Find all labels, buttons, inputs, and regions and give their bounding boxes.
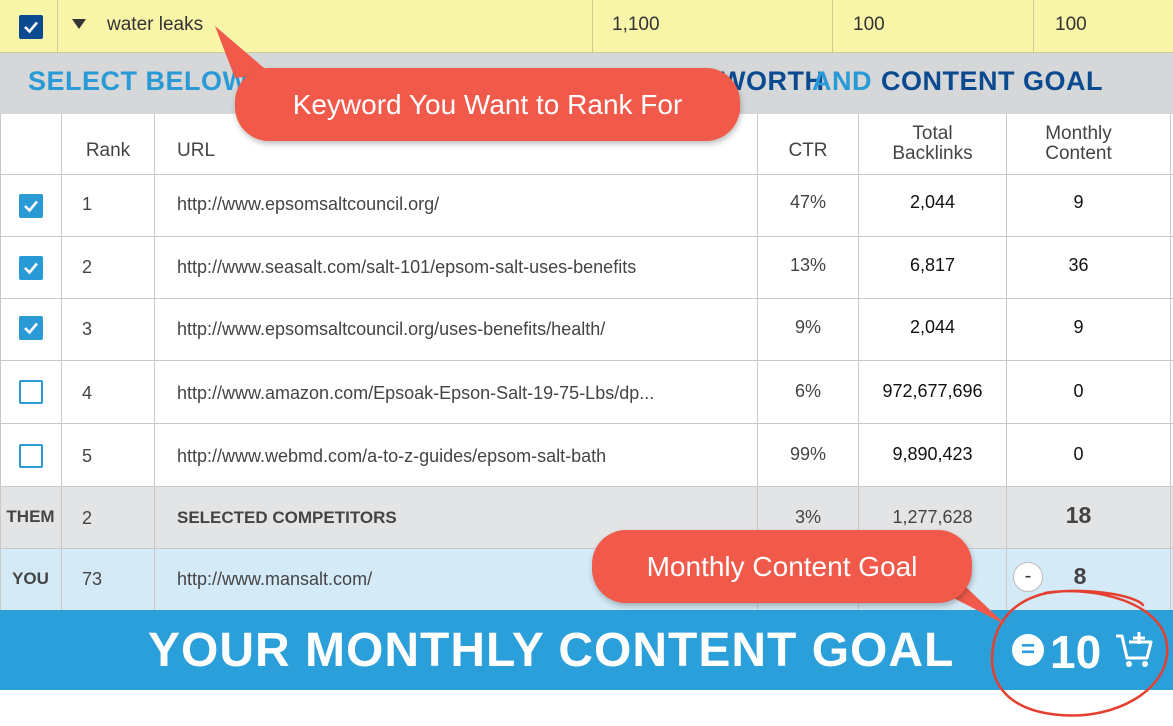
you-label: YOU — [12, 569, 49, 588]
row-5-content: 0 — [1073, 444, 1084, 464]
row-5-rank: 5 — [82, 446, 93, 466]
caret-down-icon[interactable] — [72, 19, 86, 29]
them-content: 18 — [1065, 502, 1092, 528]
goal-label: YOUR MONTHLY CONTENT GOAL — [148, 624, 955, 677]
keyword-col3: 100 — [853, 14, 885, 35]
row-3-ctr: 9% — [794, 317, 821, 337]
row-1-checkbox[interactable] — [19, 194, 43, 218]
row-2-url[interactable]: http://www.seasalt.com/salt-101/epsom-sa… — [177, 257, 636, 278]
grid-line — [0, 360, 1173, 361]
row-1-ctr: 47% — [789, 192, 827, 212]
row-5-ctr: 99% — [789, 444, 827, 464]
row-3-checkbox[interactable] — [19, 316, 43, 340]
check-icon — [24, 262, 38, 275]
row-4-content: 0 — [1073, 381, 1084, 401]
row-1-backlinks: 2,044 — [909, 192, 956, 212]
row-3-url[interactable]: http://www.epsomsaltcouncil.org/uses-ben… — [177, 319, 605, 340]
grid-line — [1170, 114, 1171, 610]
them-selected-competitors: SELECTED COMPETITORS — [177, 508, 397, 527]
grid-line — [61, 114, 62, 610]
grid-line — [0, 298, 1173, 299]
goal-highlight-circle — [990, 589, 1169, 717]
header-content-line1: Monthly — [1045, 123, 1112, 144]
them-backlinks: 1,277,628 — [892, 507, 973, 527]
row-4-rank: 4 — [82, 383, 93, 403]
row-2-rank: 2 — [82, 257, 93, 277]
grid-line — [154, 114, 155, 610]
row-1-rank: 1 — [82, 194, 93, 214]
you-rank: 73 — [82, 569, 103, 589]
check-icon — [24, 21, 38, 34]
them-ctr: 3% — [794, 507, 821, 527]
grid-line — [0, 174, 1173, 175]
banner-content-goal: CONTENT GOAL — [881, 66, 1103, 96]
grid-line — [0, 423, 1173, 424]
check-icon — [24, 322, 38, 335]
row-5-backlinks: 9,890,423 — [892, 444, 973, 464]
check-icon — [24, 200, 38, 213]
goal-callout: Monthly Content Goal — [592, 530, 972, 603]
row-2-backlinks: 6,817 — [909, 255, 956, 275]
row-5-checkbox[interactable] — [19, 444, 43, 468]
row-2-checkbox[interactable] — [19, 256, 43, 280]
row-3-content: 9 — [1073, 317, 1084, 337]
keyword-col4: 100 — [1055, 14, 1087, 35]
row-4-checkbox[interactable] — [19, 380, 43, 404]
row-5-url[interactable]: http://www.webmd.com/a-to-z-guides/epsom… — [177, 446, 606, 467]
row-4-ctr: 6% — [794, 381, 821, 401]
keyword-callout: Keyword You Want to Rank For — [235, 68, 740, 141]
keyword-checkbox[interactable] — [19, 15, 43, 39]
row-3-backlinks: 2,044 — [909, 317, 956, 337]
keyword-text: water leaks — [107, 14, 204, 35]
header-url: URL — [177, 140, 216, 161]
you-url[interactable]: http://www.mansalt.com/ — [177, 569, 372, 590]
header-backlinks-line2: Backlinks — [892, 143, 973, 164]
row-2-content: 36 — [1068, 255, 1089, 275]
header-content-line2: Content — [1045, 143, 1112, 164]
row-1-content: 9 — [1073, 192, 1084, 212]
row-4-backlinks: 972,677,696 — [882, 381, 983, 401]
grid-line — [0, 236, 1173, 237]
them-rank: 2 — [82, 508, 93, 528]
search-volume: 1,100 — [612, 14, 660, 35]
grid-line — [0, 548, 1173, 549]
header-rank: Rank — [85, 140, 131, 161]
grid-line — [1006, 114, 1007, 610]
header-ctr: CTR — [788, 140, 828, 161]
row-3-rank: 3 — [82, 319, 93, 339]
grid-line — [0, 486, 1173, 487]
them-label: THEM — [6, 507, 55, 526]
header-backlinks-line1: Total — [912, 123, 953, 144]
banner-and: AND — [812, 66, 872, 96]
grid-line — [0, 114, 1, 610]
row-1-url[interactable]: http://www.epsomsaltcouncil.org/ — [177, 194, 439, 215]
row-2-ctr: 13% — [789, 255, 827, 275]
row-4-url[interactable]: http://www.amazon.com/Epsoak-Epson-Salt-… — [177, 383, 654, 404]
